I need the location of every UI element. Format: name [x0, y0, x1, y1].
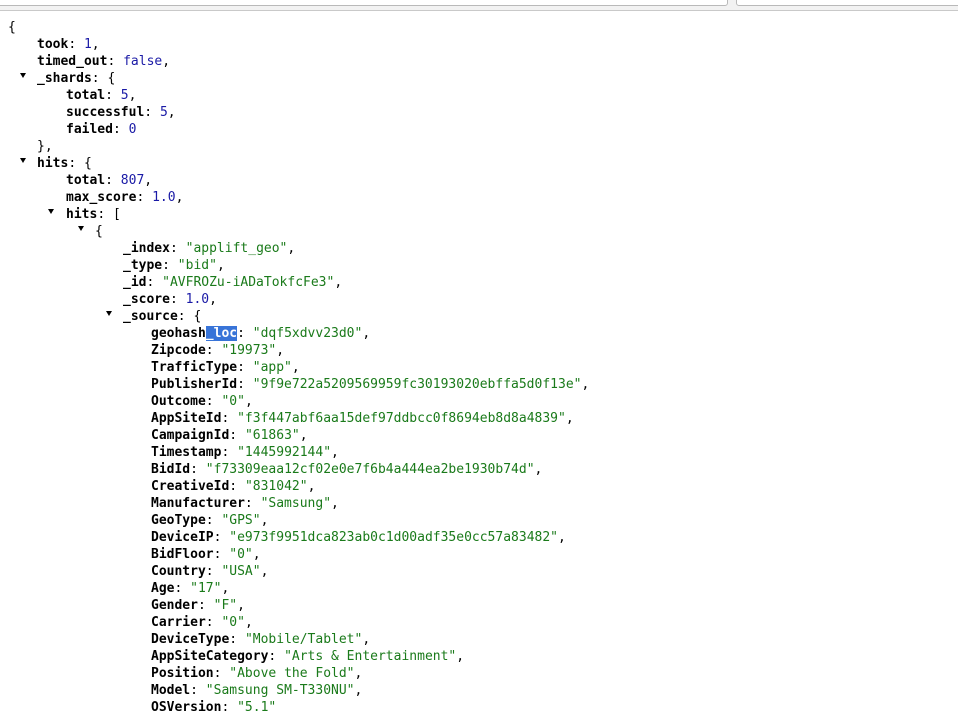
field-key: GeoType	[151, 513, 206, 528]
source-field-line: Position: "Above the Fold",	[151, 666, 363, 681]
source-field-line: AppSiteId: "f3f447abf6aa15def97ddbcc0f86…	[151, 411, 574, 426]
address-bar[interactable]	[0, 0, 728, 6]
source-field-line: Manufacturer: "Samsung",	[151, 496, 339, 511]
source-field-line: DeviceType: "Mobile/Tablet",	[151, 632, 371, 647]
field-key: TrafficType	[151, 360, 238, 375]
field-value: "Samsung"	[260, 496, 332, 511]
browser-toolbar	[0, 0, 958, 11]
field-value: "Samsung SM-T330NU"	[205, 683, 355, 698]
json-line-score: _score: 1.0,	[123, 292, 217, 307]
json-line-timed-out: timed_out: false,	[37, 54, 171, 69]
field-key: Country	[151, 564, 206, 579]
json-line-took: took: 1,	[37, 37, 100, 52]
field-value: "f3f447abf6aa15def97ddbcc0f8694eb8d8a483…	[237, 411, 566, 426]
collapse-toggle-icon[interactable]	[78, 226, 84, 231]
field-key: PublisherId	[151, 377, 238, 392]
field-value: "F"	[213, 598, 238, 613]
field-key: Model	[151, 683, 191, 698]
json-line-hits-array: hits: [	[66, 207, 121, 222]
source-field-line: OSVersion: "5.1"	[151, 700, 277, 715]
field-value: "GPS"	[221, 513, 261, 528]
source-field-line: Timestamp: "1445992144",	[151, 445, 339, 460]
field-key: Manufacturer	[151, 496, 245, 511]
source-field-line: geohash_loc: "dqf5xdvv23d0",	[151, 326, 371, 341]
field-value: "Above the Fold"	[229, 666, 355, 681]
source-field-line: Model: "Samsung SM-T330NU",	[151, 683, 363, 698]
field-value: "17"	[190, 581, 222, 596]
field-key: OSVersion	[151, 700, 222, 715]
collapse-toggle-icon[interactable]	[20, 158, 26, 163]
json-line-doc-open: {	[95, 224, 103, 239]
field-key: BidId	[151, 462, 191, 477]
field-value: "9f9e722a5209569959fc30193020ebffa5d0f13…	[252, 377, 582, 392]
json-line-type: _type: "bid",	[123, 258, 225, 273]
field-key: Carrier	[151, 615, 206, 630]
field-value: "app"	[252, 360, 292, 375]
json-line-source: _source: {	[123, 309, 202, 324]
source-field-line: Age: "17",	[151, 581, 230, 596]
field-value: "e973f9951dca823ab0c1d00adf35e0cc57a8348…	[229, 530, 559, 545]
collapse-toggle-icon[interactable]	[106, 311, 112, 316]
field-key: CampaignId	[151, 428, 230, 443]
field-value: "Arts & Entertainment"	[284, 649, 457, 664]
source-field-line: Country: "USA",	[151, 564, 269, 579]
field-value: "dqf5xdvv23d0"	[252, 326, 363, 341]
json-line-hits-total: total: 807,	[66, 173, 153, 188]
collapse-toggle-icon[interactable]	[20, 73, 26, 78]
source-field-line: AppSiteCategory: "Arts & Entertainment",	[151, 649, 465, 664]
field-value: "5.1"	[237, 700, 277, 715]
field-value: "f73309eaa12cf02e0e7f6b4a444ea2be1930b74…	[205, 462, 535, 477]
source-field-line: PublisherId: "9f9e722a5209569959fc301930…	[151, 377, 590, 392]
source-field-line: TrafficType: "app",	[151, 360, 300, 375]
field-value: "0"	[229, 547, 253, 562]
field-key: Gender	[151, 598, 198, 613]
field-key: AppSiteCategory	[151, 649, 269, 664]
source-field-line: Gender: "F",	[151, 598, 245, 613]
source-field-line: Carrier: "0",	[151, 615, 253, 630]
source-field-line: BidId: "f73309eaa12cf02e0e7f6b4a444ea2be…	[151, 462, 543, 477]
json-line-shards-failed: failed: 0	[66, 122, 137, 137]
field-key: Timestamp	[151, 445, 222, 460]
source-field-line: CampaignId: "61863",	[151, 428, 308, 443]
root-open-brace: {	[8, 20, 16, 35]
field-key: Position	[151, 666, 214, 681]
source-field-line: Outcome: "0",	[151, 394, 253, 409]
field-key: BidFloor	[151, 547, 214, 562]
selected-text-highlight: _loc	[205, 326, 238, 341]
collapse-toggle-icon[interactable]	[48, 209, 54, 214]
field-value: "1445992144"	[237, 445, 332, 460]
field-value: "0"	[221, 615, 245, 630]
json-line-shards-total: total: 5,	[66, 88, 137, 103]
source-field-line: Zipcode: "19973",	[151, 343, 285, 358]
field-value: "19973"	[221, 343, 277, 358]
source-field-line: BidFloor: "0",	[151, 547, 261, 562]
field-key: geohash	[151, 326, 206, 341]
field-value: "61863"	[244, 428, 300, 443]
field-value: "USA"	[221, 564, 261, 579]
json-line-index: _index: "applift_geo",	[123, 241, 296, 256]
field-key: Age	[151, 581, 175, 596]
json-line-id: _id: "AVFROZu-iADaTokfcFe3",	[123, 275, 343, 290]
json-line-hits: hits: {	[37, 156, 92, 171]
field-key: CreativeId	[151, 479, 230, 494]
search-bar[interactable]	[736, 0, 958, 6]
source-field-line: CreativeId: "831042",	[151, 479, 316, 494]
field-key: AppSiteId	[151, 411, 222, 426]
field-key: Zipcode	[151, 343, 206, 358]
field-key: DeviceType	[151, 632, 230, 647]
field-value: "0"	[221, 394, 245, 409]
json-line-shards-successful: successful: 5,	[66, 105, 176, 120]
json-line-shards-close: },	[37, 139, 53, 154]
field-value: "Mobile/Tablet"	[244, 632, 363, 647]
json-line-max-score: max_score: 1.0,	[66, 190, 184, 205]
field-key: Outcome	[151, 394, 206, 409]
source-field-line: DeviceIP: "e973f9951dca823ab0c1d00adf35e…	[151, 530, 566, 545]
field-value: "831042"	[244, 479, 308, 494]
field-key: DeviceIP	[151, 530, 214, 545]
json-line-shards: _shards: {	[37, 71, 116, 86]
source-field-line: GeoType: "GPS",	[151, 513, 269, 528]
